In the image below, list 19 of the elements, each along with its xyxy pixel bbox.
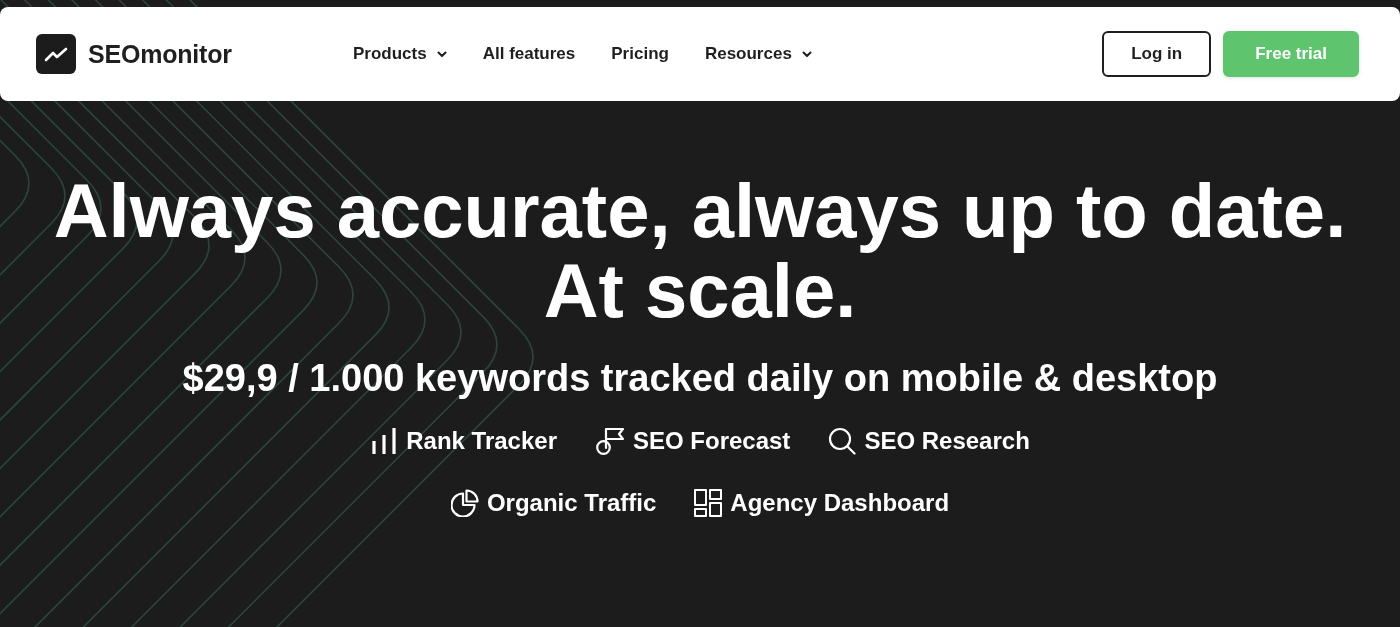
headline: Always accurate, always up to date. At scale. (52, 171, 1348, 331)
logo-icon (36, 34, 76, 74)
dashboard-icon (694, 489, 723, 517)
product-link[interactable]: Agency Dashboard (694, 487, 950, 519)
bar-chart-icon (370, 427, 399, 455)
nav-link[interactable]: Resources (704, 44, 812, 64)
product-link[interactable]: SEO Forecast (594, 425, 791, 457)
product-link[interactable]: Rank Tracker (370, 425, 557, 457)
login-button[interactable]: Log in (1102, 31, 1212, 77)
flag-icon (594, 427, 625, 455)
search-icon (828, 427, 857, 455)
nav-link[interactable]: Pricing (611, 44, 669, 64)
brand-name: SEOmonitor (88, 39, 232, 69)
pricing-subtitle: $29,9 / 1.000 keywords tracked daily on mobile & desktop (182, 356, 1218, 400)
product-link[interactable]: Organic Traffic (450, 487, 657, 519)
product-link[interactable]: SEO Research (828, 425, 1030, 457)
nav-link[interactable]: All features (482, 44, 576, 64)
pie-chart-icon (450, 489, 479, 517)
nav-link[interactable]: Products (353, 44, 447, 64)
